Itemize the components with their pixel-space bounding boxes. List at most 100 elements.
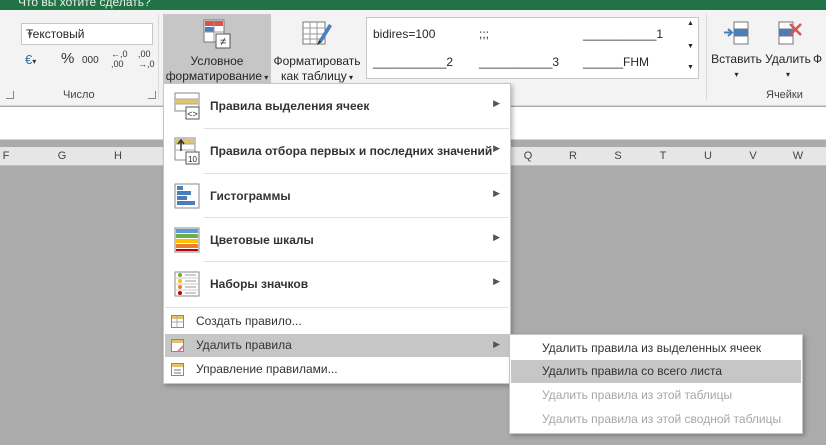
- cell-style-item[interactable]: ;;;: [479, 27, 489, 41]
- menu-item-color-scales[interactable]: Цветовые шкалы ▶: [165, 219, 509, 261]
- submenu-item-clear-table: Удалить правила из этой таблицы: [511, 384, 801, 407]
- delete-cells-icon: [778, 21, 802, 45]
- number-launcher-icon[interactable]: [148, 91, 156, 99]
- menu-item-new-rule[interactable]: Создать правило...: [165, 310, 509, 333]
- cell-style-item[interactable]: ___________3: [479, 55, 559, 69]
- submenu-arrow-icon: ▶: [493, 276, 500, 286]
- scroll-down-icon[interactable]: ▼: [687, 43, 694, 50]
- menu-item-label: Правила отбора первых и последних значен…: [210, 144, 493, 158]
- number-group-label: Число: [63, 89, 95, 101]
- format-cells-button[interactable]: Ф: [813, 14, 826, 84]
- submenu-item-label: Удалить правила из выделенных ячеек: [542, 341, 762, 355]
- menu-item-label: Правила выделения ячеек: [210, 99, 370, 113]
- delete-cells-button[interactable]: Удалить ▾: [763, 14, 813, 84]
- format-as-table-label-2: как таблицу: [281, 69, 347, 83]
- column-header[interactable]: F: [0, 150, 16, 162]
- column-header[interactable]: G: [52, 150, 72, 162]
- format-as-table-label-1: Форматировать: [273, 54, 361, 68]
- menu-separator: [204, 261, 509, 262]
- clear-rules-submenu: Удалить правила из выделенных ячеек Удал…: [509, 334, 803, 434]
- submenu-item-clear-sheet[interactable]: Удалить правила со всего листа: [511, 360, 801, 383]
- cell-styles-gallery[interactable]: bidires=100 ;;; ___________1 ___________…: [366, 17, 686, 79]
- group-separator: [158, 14, 159, 100]
- highlight-rules-icon: <>: [174, 92, 200, 120]
- menu-item-label: Наборы значков: [210, 277, 309, 291]
- menu-item-manage-rules[interactable]: Управление правилами...: [165, 358, 509, 381]
- delete-cells-label: Удалить: [765, 52, 811, 66]
- submenu-arrow-icon: ▶: [493, 143, 500, 153]
- format-as-table-button[interactable]: Форматировать как таблицу ▾: [271, 14, 363, 84]
- column-header[interactable]: V: [743, 150, 763, 162]
- menu-separator: [204, 217, 509, 218]
- submenu-item-label: Удалить правила из этой сводной таблицы: [542, 412, 782, 426]
- gallery-expand-icon[interactable]: ▼: [687, 64, 694, 71]
- percent-format-button[interactable]: %: [61, 50, 74, 67]
- new-rule-label: Создать правило...: [196, 314, 302, 328]
- submenu-arrow-icon: ▶: [493, 232, 500, 242]
- tell-me-box[interactable]: Что вы хотите сделать?: [18, 0, 151, 9]
- group-separator: [706, 14, 707, 100]
- top-bottom-rules-icon: 10: [174, 137, 200, 165]
- submenu-arrow-icon: ▶: [493, 98, 500, 108]
- new-rule-icon: [171, 315, 184, 328]
- cell-style-item[interactable]: ___________2: [373, 55, 453, 69]
- menu-item-label: Гистограммы: [210, 189, 291, 203]
- conditional-formatting-label-1: Условное: [190, 54, 244, 68]
- conditional-formatting-menu: <> Правила выделения ячеек ▶ 10 Правила …: [163, 83, 511, 384]
- scroll-up-icon[interactable]: ▲: [687, 20, 694, 27]
- menu-separator: [204, 173, 509, 174]
- insert-cells-icon: [723, 21, 748, 45]
- menu-item-top-bottom-rules[interactable]: 10 Правила отбора первых и последних зна…: [165, 130, 509, 172]
- submenu-item-label: Удалить правила из этой таблицы: [542, 388, 733, 402]
- submenu-item-clear-pivot: Удалить правила из этой сводной таблицы: [511, 408, 801, 431]
- manage-rules-label: Управление правилами...: [196, 362, 338, 376]
- column-header[interactable]: W: [788, 150, 808, 162]
- submenu-item-label: Удалить правила со всего листа: [542, 364, 722, 378]
- clear-rules-icon: [171, 339, 184, 352]
- menu-separator: [204, 128, 509, 129]
- column-header[interactable]: S: [608, 150, 628, 162]
- svg-text:<>: <>: [187, 109, 198, 119]
- svg-text:10: 10: [188, 155, 197, 164]
- data-bars-icon: [174, 183, 200, 209]
- menu-item-data-bars[interactable]: Гистограммы ▶: [165, 175, 509, 217]
- conditional-formatting-label-2: форматирование: [165, 69, 263, 83]
- column-header[interactable]: H: [108, 150, 128, 162]
- manage-rules-icon: [171, 363, 184, 376]
- comma-format-button[interactable]: 000: [82, 55, 99, 66]
- cell-style-item[interactable]: ___________1: [583, 27, 663, 41]
- chevron-down-icon: ▼: [26, 30, 34, 39]
- svg-text:≠: ≠: [220, 36, 226, 48]
- menu-separator: [165, 307, 509, 308]
- icon-sets-icon: [174, 271, 200, 297]
- submenu-item-clear-selected[interactable]: Удалить правила из выделенных ячеек: [511, 337, 801, 360]
- title-bar: Что вы хотите сделать?: [0, 0, 826, 10]
- insert-cells-button[interactable]: Вставить ▾: [708, 14, 765, 84]
- cells-group-label: Ячейки: [766, 89, 803, 101]
- alignment-launcher-icon[interactable]: [6, 91, 14, 99]
- conditional-formatting-button[interactable]: ≠ Условное форматирование ▾: [163, 14, 271, 84]
- column-header[interactable]: R: [563, 150, 583, 162]
- color-scales-icon: [174, 227, 200, 253]
- number-format-dropdown[interactable]: Текстовый ▼: [21, 23, 153, 45]
- menu-item-icon-sets[interactable]: Наборы значков ▶: [165, 263, 509, 305]
- menu-item-clear-rules[interactable]: Удалить правила ▶: [165, 334, 509, 357]
- menu-item-label: Цветовые шкалы: [210, 233, 314, 247]
- cell-style-item[interactable]: bidires=100: [373, 27, 435, 41]
- column-header[interactable]: U: [698, 150, 718, 162]
- submenu-arrow-icon: ▶: [493, 339, 500, 349]
- gallery-scroll[interactable]: ▲ ▼ ▼: [684, 17, 699, 79]
- format-as-table-icon: [302, 21, 332, 45]
- conditional-formatting-icon: ≠: [203, 19, 231, 49]
- menu-item-highlight-rules[interactable]: <> Правила выделения ячеек ▶: [165, 85, 509, 127]
- column-header[interactable]: Q: [518, 150, 538, 162]
- currency-format-button[interactable]: €▾: [25, 52, 36, 67]
- format-cells-label: Ф: [813, 52, 823, 66]
- decrease-decimal-button[interactable]: ,00 →,0: [138, 49, 155, 69]
- insert-cells-label: Вставить: [711, 52, 762, 66]
- cell-style-item[interactable]: ______FHM: [583, 55, 649, 69]
- increase-decimal-button[interactable]: ←,0 ,00: [111, 49, 128, 69]
- clear-rules-label: Удалить правила: [196, 338, 292, 352]
- column-header[interactable]: T: [653, 150, 673, 162]
- submenu-arrow-icon: ▶: [493, 188, 500, 198]
